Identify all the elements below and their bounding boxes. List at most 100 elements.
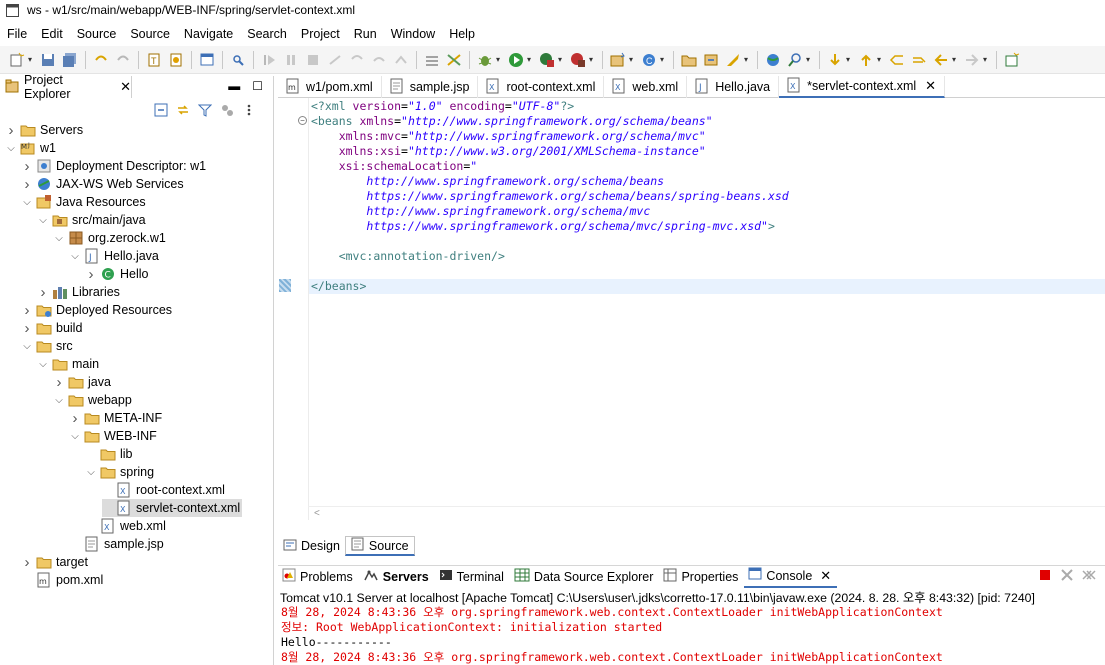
close-icon[interactable]: ✕ bbox=[820, 568, 831, 584]
chevron-down-icon[interactable]: ⌵ bbox=[54, 395, 64, 406]
resume-icon[interactable] bbox=[261, 52, 277, 68]
tab-source[interactable]: Source bbox=[344, 536, 415, 556]
chevron-right-icon[interactable]: › bbox=[54, 374, 64, 391]
open-folder-icon[interactable] bbox=[681, 52, 697, 68]
tree-item[interactable]: › C Hello bbox=[86, 265, 149, 283]
next-annotation-icon[interactable] bbox=[827, 52, 843, 68]
filter-icon[interactable] bbox=[197, 102, 213, 118]
undo-icon[interactable] bbox=[93, 52, 109, 68]
step-into-icon[interactable] bbox=[349, 52, 365, 68]
menu-item-source[interactable]: Source bbox=[123, 27, 177, 41]
pin-editor-icon[interactable] bbox=[911, 52, 927, 68]
focus-icon[interactable] bbox=[219, 102, 235, 118]
chevron-right-icon[interactable]: › bbox=[22, 320, 32, 337]
tree-item[interactable]: › JAX-WS Web Services bbox=[22, 175, 184, 193]
tab-servers[interactable]: Servers bbox=[359, 566, 435, 588]
new-java-class-icon[interactable]: C bbox=[641, 52, 657, 68]
run-icon[interactable] bbox=[508, 52, 524, 68]
tree-item[interactable]: ⌵ src/main/java bbox=[38, 211, 145, 229]
chevron-right-icon[interactable]: › bbox=[22, 554, 32, 571]
deploy-dropdown-icon[interactable]: ▾ bbox=[744, 55, 750, 64]
tree-item[interactable]: › java bbox=[54, 373, 111, 391]
back-icon[interactable] bbox=[933, 52, 949, 68]
close-icon[interactable]: ✕ bbox=[925, 78, 936, 94]
tree-item[interactable]: Xservlet-context.xml bbox=[102, 499, 243, 517]
open-type-icon[interactable]: T bbox=[146, 52, 162, 68]
menu-item-file[interactable]: File bbox=[0, 27, 34, 41]
chevron-down-icon[interactable]: ⌵ bbox=[70, 251, 80, 262]
debug-dropdown-icon[interactable]: ▾ bbox=[496, 55, 502, 64]
collapse-all-icon[interactable] bbox=[153, 102, 169, 118]
search-files-icon[interactable] bbox=[230, 52, 246, 68]
new-java-class-dropdown-icon[interactable]: ▾ bbox=[660, 55, 666, 64]
tree-item[interactable]: Xweb.xml bbox=[86, 517, 166, 535]
step-return-icon[interactable] bbox=[393, 52, 409, 68]
chevron-right-icon[interactable]: › bbox=[6, 122, 16, 139]
xml-editor[interactable]: − <?xml version="1.0" encoding="UTF-8"?>… bbox=[278, 98, 1105, 520]
chevron-right-icon[interactable]: › bbox=[22, 302, 32, 319]
new-dropdown-icon[interactable]: ▾ bbox=[28, 55, 34, 64]
tree-item[interactable]: › target bbox=[22, 553, 88, 571]
save-icon[interactable] bbox=[40, 52, 56, 68]
tree-item[interactable]: ⌵ J Hello.java bbox=[70, 247, 159, 265]
scroll-left-icon[interactable]: < bbox=[314, 508, 320, 519]
toggle-ant-icon[interactable] bbox=[446, 52, 462, 68]
horizontal-scrollbar[interactable]: < bbox=[308, 506, 1105, 520]
menu-item-edit[interactable]: Edit bbox=[34, 27, 70, 41]
open-perspective-icon[interactable] bbox=[1004, 52, 1020, 68]
tree-item[interactable]: ⌵ main bbox=[38, 355, 99, 373]
coverage-icon[interactable] bbox=[539, 52, 555, 68]
tree-item[interactable]: › Deployed Resources bbox=[22, 301, 173, 319]
menu-item-help[interactable]: Help bbox=[442, 27, 482, 41]
external-tools-dropdown-icon[interactable]: ▾ bbox=[589, 55, 595, 64]
editor-tab[interactable]: X *servlet-context.xml ✕ bbox=[779, 76, 946, 98]
chevron-down-icon[interactable]: ⌵ bbox=[22, 341, 32, 352]
menu-item-navigate[interactable]: Navigate bbox=[177, 27, 240, 41]
run-dropdown-icon[interactable]: ▾ bbox=[527, 55, 533, 64]
step-over-icon[interactable] bbox=[371, 52, 387, 68]
tree-item[interactable]: ⌵ M Jw1 bbox=[6, 139, 56, 157]
tab-terminal[interactable]: Terminal bbox=[435, 566, 510, 588]
menu-item-run[interactable]: Run bbox=[347, 27, 384, 41]
save-all-icon[interactable] bbox=[62, 52, 78, 68]
chevron-right-icon[interactable]: › bbox=[38, 284, 48, 301]
chevron-down-icon[interactable]: ⌵ bbox=[22, 197, 32, 208]
deploy-icon[interactable] bbox=[725, 52, 741, 68]
tree-item[interactable]: ⌵ src bbox=[22, 337, 72, 355]
chevron-right-icon[interactable]: › bbox=[22, 176, 32, 193]
tree-item[interactable]: lib bbox=[86, 445, 133, 463]
menu-item-search[interactable]: Search bbox=[240, 27, 294, 41]
tree-item[interactable]: m pom.xml bbox=[22, 571, 103, 589]
close-icon[interactable]: ✕ bbox=[120, 79, 131, 95]
terminate-console-icon[interactable] bbox=[1037, 567, 1053, 586]
external-tools-icon[interactable] bbox=[570, 52, 586, 68]
tab-design[interactable]: Design bbox=[278, 536, 345, 556]
link-with-editor-icon[interactable] bbox=[175, 102, 191, 118]
remove-all-launches-icon[interactable] bbox=[1081, 567, 1097, 586]
globe-icon[interactable] bbox=[765, 52, 781, 68]
tree-item[interactable]: sample.jsp bbox=[70, 535, 164, 553]
tab-data-source-explorer[interactable]: Data Source Explorer bbox=[510, 566, 660, 588]
chevron-right-icon[interactable]: › bbox=[86, 266, 96, 283]
chevron-right-icon[interactable]: › bbox=[70, 410, 80, 427]
new-java-project-dropdown-icon[interactable]: ▾ bbox=[629, 55, 635, 64]
previous-annotation-icon[interactable] bbox=[858, 52, 874, 68]
editor-tab[interactable]: Xweb.xml bbox=[604, 76, 688, 98]
next-annotation-dropdown-icon[interactable]: ▾ bbox=[846, 55, 852, 64]
editor-tab[interactable]: J Hello.java bbox=[687, 76, 780, 98]
forward-dropdown-icon[interactable]: ▾ bbox=[983, 55, 989, 64]
tree-item[interactable]: › META-INF bbox=[70, 409, 163, 427]
tree-item[interactable]: › Deployment Descriptor: w1 bbox=[22, 157, 207, 175]
editor-tab[interactable]: m w1/pom.xml bbox=[278, 76, 382, 98]
maximize-icon[interactable]: ☐ bbox=[252, 79, 263, 93]
search-icon[interactable] bbox=[787, 52, 803, 68]
menu-item-window[interactable]: Window bbox=[384, 27, 442, 41]
open-task-icon[interactable] bbox=[703, 52, 719, 68]
chevron-down-icon[interactable]: ⌵ bbox=[86, 467, 96, 478]
view-menu-icon[interactable] bbox=[241, 102, 257, 118]
debug-icon[interactable] bbox=[477, 52, 493, 68]
forward-icon[interactable] bbox=[964, 52, 980, 68]
minimize-icon[interactable]: ▬ bbox=[228, 79, 240, 93]
chevron-down-icon[interactable]: ⌵ bbox=[6, 143, 16, 154]
tab-properties[interactable]: Properties bbox=[659, 566, 744, 588]
